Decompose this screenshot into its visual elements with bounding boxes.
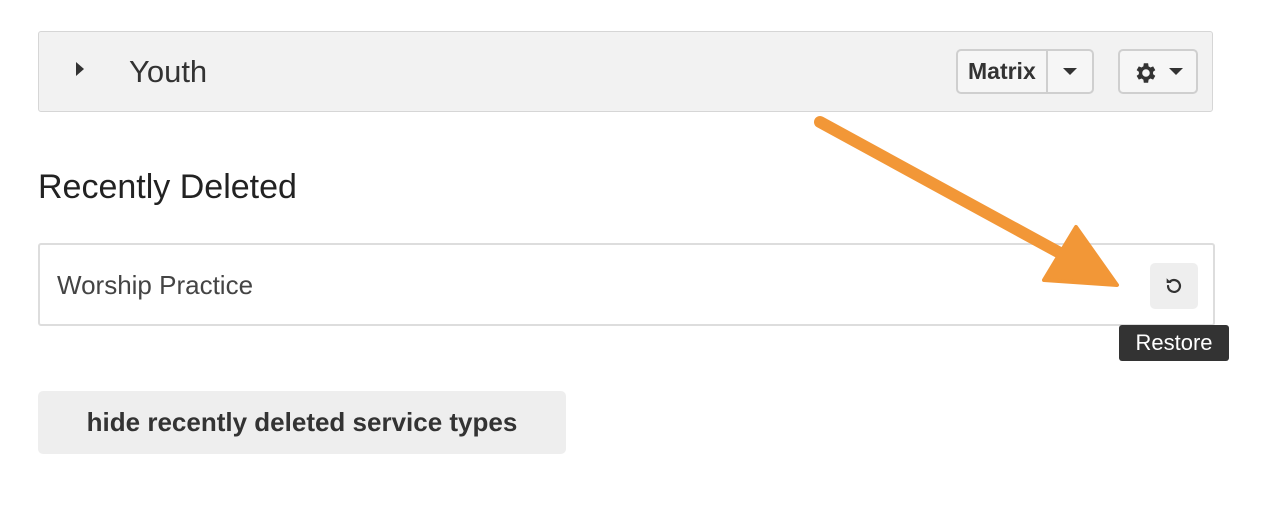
deleted-item-name: Worship Practice	[57, 270, 254, 300]
hide-recently-deleted-button[interactable]: hide recently deleted service types	[38, 391, 566, 454]
folder-row-youth: Youth Matrix	[38, 31, 1213, 112]
gear-icon	[1136, 63, 1156, 83]
view-dropdown-button[interactable]	[1048, 51, 1092, 92]
caret-down-icon	[1169, 68, 1183, 75]
list-item: Worship Practice	[38, 243, 1215, 326]
matrix-view-button[interactable]: Matrix	[958, 51, 1048, 92]
view-button-group: Matrix	[956, 49, 1094, 94]
restore-tooltip: Restore	[1119, 325, 1229, 361]
settings-dropdown-button[interactable]	[1118, 49, 1198, 94]
caret-right-icon[interactable]	[76, 62, 84, 76]
restore-button[interactable]	[1150, 263, 1198, 309]
folder-name[interactable]: Youth	[129, 54, 207, 90]
caret-down-icon	[1062, 68, 1077, 75]
section-title: Recently Deleted	[38, 168, 297, 206]
restore-icon	[1166, 278, 1182, 293]
